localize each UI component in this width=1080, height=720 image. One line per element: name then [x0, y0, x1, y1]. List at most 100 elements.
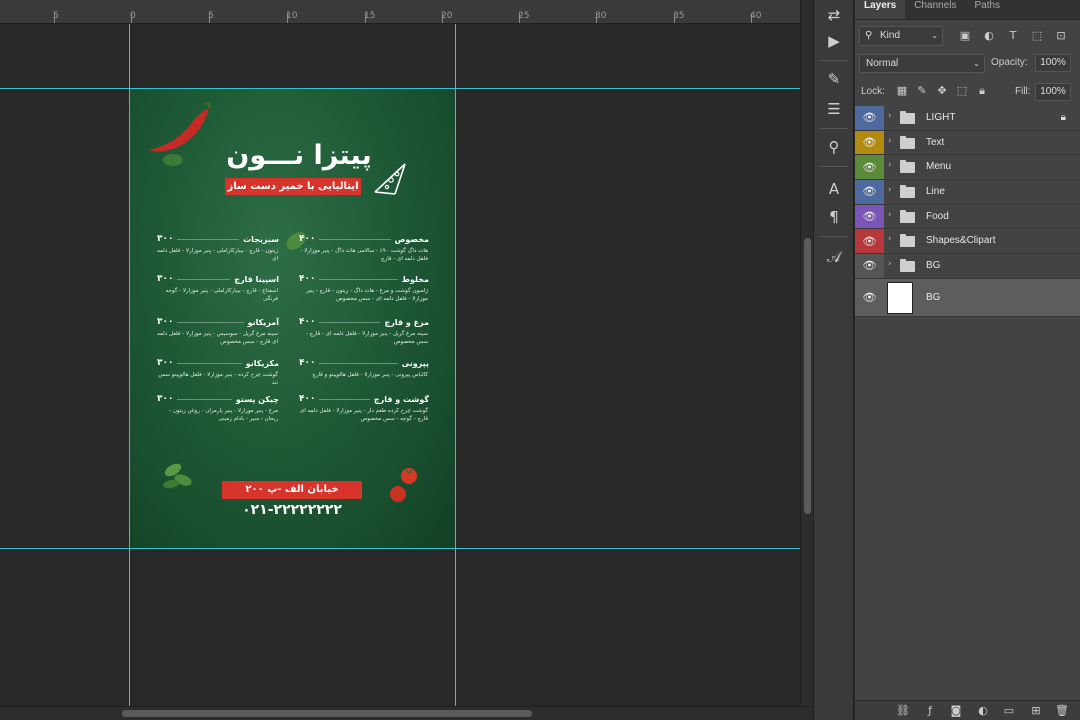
tab-layers[interactable]: Layers [855, 0, 906, 19]
eye-icon: 👁︎ [862, 111, 877, 125]
eye-icon: 👁︎ [862, 210, 877, 224]
lock-all-icon[interactable]: 🔒︎ [975, 84, 989, 98]
layers-panel-footer: ⛓ ƒ ◙ ◐ ▭ ⊞ 🗑︎ [855, 700, 1080, 720]
lock-position-icon[interactable]: ✥ [935, 84, 949, 98]
layer-row-light[interactable]: 👁︎ › LIGHT 🔒︎ [855, 106, 1080, 131]
character-icon[interactable]: A [822, 178, 846, 200]
image-filter-icon[interactable]: ▣ [957, 28, 973, 44]
horizontal-ruler[interactable]: 5 0 5 10 15 20 25 30 35 40 [0, 0, 800, 24]
ruler-label: 5 [53, 11, 59, 21]
horizontal-scrollbar[interactable] [0, 706, 813, 720]
layer-row-food[interactable]: 👁︎ › Food [855, 204, 1080, 230]
adjustment-filter-icon[interactable]: ◐ [981, 28, 997, 44]
vertical-scrollbar[interactable] [800, 0, 813, 706]
play-actions-icon[interactable]: ▶ [822, 30, 846, 52]
shape-filter-icon[interactable]: ⬚ [1029, 28, 1045, 44]
delete-layer-icon[interactable]: 🗑︎ [1054, 703, 1070, 719]
layer-row-shapes-clipart[interactable]: 👁︎ › Shapes&Clipart [855, 229, 1080, 255]
item-price: ۴۰۰ [299, 394, 316, 404]
visibility-toggle[interactable]: 👁︎ [855, 130, 884, 155]
folder-icon [900, 160, 915, 174]
layer-name: Shapes&Clipart [926, 235, 996, 247]
guide-line[interactable] [0, 548, 800, 549]
menu-item: سبزیجات ۳۰۰ زیتون - قارچ - بیبارکاراملی -… [157, 234, 279, 263]
tab-paths[interactable]: Paths [966, 0, 1010, 19]
lock-transparency-icon[interactable]: ▦ [895, 84, 909, 98]
chevron-right-icon[interactable]: › [888, 136, 892, 146]
menu-item: مرغ و قارچ ۴۰۰ سینه مرغ گریل - پنیر موزار… [299, 317, 429, 346]
visibility-toggle[interactable]: 👁︎ [855, 254, 884, 278]
smart-object-filter-icon[interactable]: ⊡ [1053, 28, 1069, 44]
layer-list: 👁︎ › LIGHT 🔒︎ 👁︎ › Text 👁︎ › Menu 👁︎ › L… [855, 106, 1080, 317]
history-icon[interactable]: ⇄ [822, 4, 846, 26]
layer-row-line[interactable]: 👁︎ › Line [855, 180, 1080, 205]
chevron-right-icon[interactable]: › [888, 111, 892, 121]
chevron-right-icon[interactable]: › [888, 259, 892, 269]
glyphs-icon[interactable]: 𝒜 [822, 246, 846, 268]
item-description: گوشت چرخ کرده - پنیر موزارلا - فلفل هالو… [158, 372, 278, 386]
visibility-toggle[interactable]: 👁︎ [855, 278, 884, 316]
basil-sprig-icon [163, 463, 192, 489]
fill-input[interactable]: 100% [1035, 83, 1071, 101]
chevron-down-icon: ⌄ [973, 59, 980, 68]
type-filter-icon[interactable]: T [1005, 28, 1021, 44]
guide-line[interactable] [0, 88, 800, 89]
item-name: اسپینا قارچ [234, 274, 279, 284]
clone-source-icon[interactable]: ⚲ [822, 136, 846, 158]
visibility-toggle[interactable]: 👁︎ [855, 204, 884, 229]
paragraph-icon[interactable]: ¶ [822, 206, 846, 228]
layer-row-bg-group[interactable]: 👁︎ › BG [855, 254, 1080, 279]
chili-pepper-icon [149, 102, 212, 166]
ruler-label: 25 [518, 11, 530, 21]
opacity-label: Opacity: [991, 57, 1028, 68]
menu-item: آمریکانو ۳۰۰ سینه مرغ گریل - سوسیس - پنیر… [157, 317, 279, 346]
scroll-thumb[interactable] [804, 238, 811, 514]
link-layers-icon[interactable]: ⛓ [895, 703, 911, 719]
chevron-right-icon[interactable]: › [888, 234, 892, 244]
blend-mode-select[interactable]: Normal ⌄ [859, 54, 985, 73]
tomato-icon [390, 468, 417, 502]
chevron-right-icon[interactable]: › [888, 210, 892, 220]
document-canvas[interactable]: پیتزا نـــون ایتالیایی با خمیر دست ساز م… [0, 24, 800, 706]
visibility-toggle[interactable]: 👁︎ [855, 180, 884, 204]
eye-icon: 👁︎ [862, 290, 877, 304]
adjustment-layer-icon[interactable]: ◐ [975, 703, 991, 719]
lock-pixels-icon[interactable]: ✎ [915, 84, 929, 98]
guide-line[interactable] [129, 24, 130, 706]
item-price: ۳۰۰ [157, 234, 174, 244]
item-price: ۴۰۰ [299, 317, 316, 327]
visibility-toggle[interactable]: 👁︎ [855, 155, 884, 180]
poster-artboard[interactable]: پیتزا نـــون ایتالیایی با خمیر دست ساز م… [129, 88, 456, 549]
item-description: گوشت چرخ کرده طعم دار - پنیر موزارلا - ف… [299, 408, 428, 422]
lock-icon: 🔒︎ [1060, 112, 1066, 123]
item-description: سینه مرغ گریل - سوسیس - پنیر موزارلا - ف… [157, 331, 278, 345]
menu-item: مکزیکانو ۳۰۰ گوشت چرخ کرده - پنیر موزارلا… [157, 358, 279, 387]
poster-title: پیتزا نـــون [226, 140, 372, 171]
new-group-icon[interactable]: ▭ [1001, 703, 1017, 719]
lock-artboard-icon[interactable]: ⬚ [955, 84, 969, 98]
layer-row-text[interactable]: 👁︎ › Text [855, 130, 1080, 156]
chevron-right-icon[interactable]: › [888, 160, 892, 170]
add-mask-icon[interactable]: ◙ [948, 703, 964, 719]
item-description: زیتون - قارچ - بیبارکاراملی - پنیر موزار… [157, 248, 278, 262]
brush-settings-icon[interactable]: ✎ [822, 68, 846, 90]
opacity-input[interactable]: 100% [1035, 54, 1071, 72]
photoshop-window: 5 0 5 10 15 20 25 30 35 40 پیتزا نـــون … [0, 0, 1080, 720]
guide-line[interactable] [455, 24, 456, 706]
layer-row-menu[interactable]: 👁︎ › Menu [855, 155, 1080, 181]
menu-item: چیکن پستو ۳۰۰ مرغ - پنیر موزارلا - پنیر پ… [157, 394, 279, 423]
layer-row-bg[interactable]: 👁︎ BG [855, 278, 1080, 317]
visibility-toggle[interactable]: 👁︎ [855, 229, 884, 254]
item-price: ۴۰۰ [299, 234, 316, 244]
eye-icon: 👁︎ [862, 136, 877, 150]
chevron-right-icon[interactable]: › [888, 185, 892, 195]
kind-filter-value: Kind [880, 30, 901, 41]
tab-channels[interactable]: Channels [905, 0, 965, 19]
folder-icon [900, 111, 915, 124]
layer-style-icon[interactable]: ƒ [922, 703, 938, 719]
new-layer-icon[interactable]: ⊞ [1028, 703, 1044, 719]
adjustments-icon[interactable]: ☰ [822, 98, 846, 120]
kind-filter-select[interactable]: ⚲ Kind ⌄ [859, 26, 943, 46]
visibility-toggle[interactable]: 👁︎ [855, 106, 884, 130]
scroll-thumb[interactable] [122, 710, 532, 717]
